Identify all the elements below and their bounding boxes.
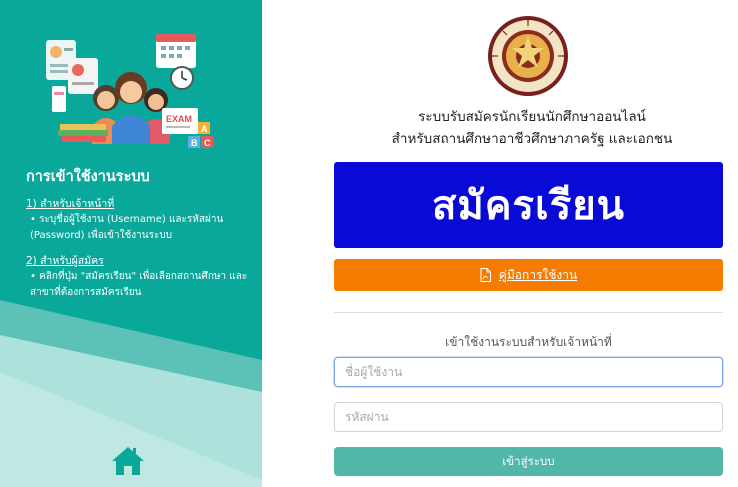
staff-section-title: 1) สำหรับเจ้าหน้าที่ <box>26 198 115 210</box>
username-input[interactable] <box>334 357 723 387</box>
user-manual-label: คู่มือการใช้งาน <box>498 267 578 282</box>
vocational-education-logo <box>488 16 568 96</box>
applicant-section-title: 2) สำหรับผู้สมัคร <box>26 255 104 267</box>
system-title-line2: สำหรับสถานศึกษาอาชีวศึกษาภาครัฐ และเอกชน <box>391 131 673 147</box>
login-instructions: การเข้าใช้งานระบบ 1) สำหรับเจ้าหน้าที่ •… <box>26 165 256 301</box>
login-submit-button[interactable]: เข้าสู่ระบบ <box>334 447 723 476</box>
abc-block-b: B <box>191 138 198 148</box>
home-icon[interactable] <box>110 445 146 477</box>
system-title-line1: ระบบรับสมัครนักเรียนนักศึกษาออนไลน์ <box>418 109 646 125</box>
students-illustration: EXAM A B C <box>46 34 213 148</box>
exam-label: EXAM <box>166 114 192 124</box>
instructions-heading: การเข้าใช้งานระบบ <box>26 169 150 185</box>
password-input[interactable] <box>334 402 723 432</box>
section-divider <box>334 312 723 313</box>
login-caption: เข้าใช้งานระบบสำหรับเจ้าหน้าที่ <box>445 335 612 349</box>
applicant-section-desc: • คลิกที่ปุ่ม "สมัครเรียน" เพื่อเลือกสถา… <box>30 271 248 298</box>
main-panel: ระบบรับสมัครนักเรียนนักศึกษาออนไลน์ สำหร… <box>262 0 738 487</box>
system-title: ระบบรับสมัครนักเรียนนักศึกษาออนไลน์ สำหร… <box>322 106 738 150</box>
staff-section-desc: • ระบุชื่อผู้ใช้งาน (Username) และรหัสผ่… <box>30 214 224 241</box>
abc-block-a: A <box>201 124 208 134</box>
abc-block-c: C <box>204 138 211 148</box>
sidebar: EXAM A B C การเข้าใช้งานระบบ 1) สำหรับเจ… <box>0 0 262 487</box>
user-manual-button[interactable]: คู่มือการใช้งาน <box>334 259 723 291</box>
pdf-file-icon <box>480 268 491 282</box>
register-button[interactable]: สมัครเรียน <box>334 162 723 248</box>
